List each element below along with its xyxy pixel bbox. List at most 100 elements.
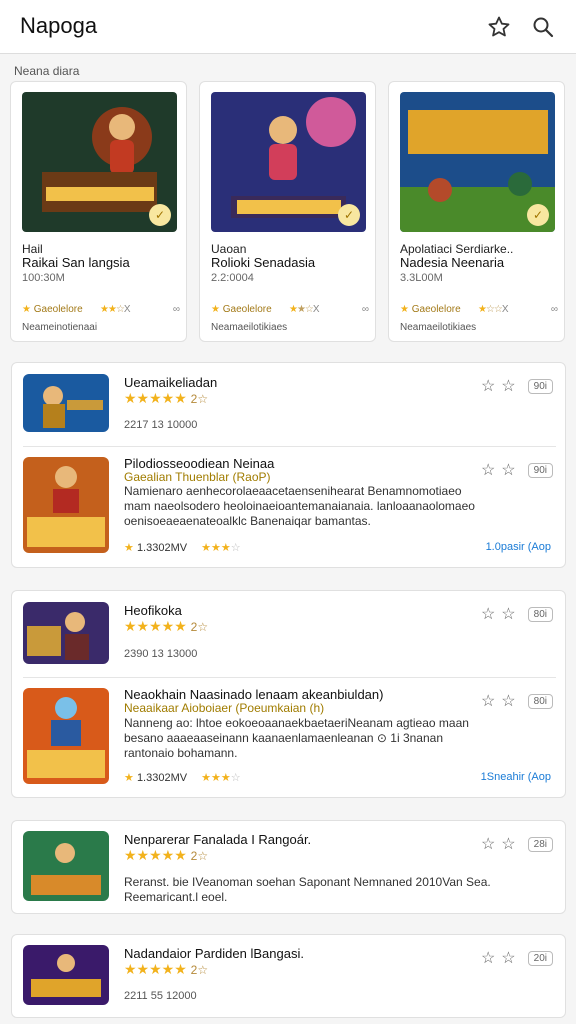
star-outline-icon[interactable]: ☆ <box>501 460 515 480</box>
app-title: Napoga <box>20 13 98 38</box>
featured-title: Nadesia Neenaria <box>400 255 505 270</box>
app-thumbnail <box>23 945 109 1005</box>
get-app-link[interactable]: 1Sneahir (Aop <box>481 771 551 783</box>
featured-developer: Neamaeilotikiaes <box>400 322 477 333</box>
app-description: Reranst. bie IVeanoman soehan Saponant N… <box>124 875 491 904</box>
app-description: Nanneng ao: lhtoe eokoeoaanaekbaetaeriNe… <box>124 716 469 760</box>
app-title: Nenparerar Fanalada I Rangoár. <box>124 832 312 847</box>
search-button[interactable] <box>528 12 558 42</box>
featured-stars: ★★☆X <box>100 304 131 315</box>
app-meta: 2217 13 10000 <box>124 419 198 431</box>
star-outline-icon[interactable]: ☆ <box>501 691 515 711</box>
featured-badge: Gaeolelore <box>33 304 83 315</box>
rating-pill: 90i <box>527 462 553 478</box>
featured-card[interactable]: ✓ Hail Raikai San langsia 100:30M ★ Gaeo… <box>10 81 187 342</box>
app-subtitle: Neaaikaar Aioboiaer (Poeumkaian (h) <box>124 701 325 715</box>
featured-title: Raikai San langsia <box>22 255 130 270</box>
list-item[interactable]: Nenparerar Fanalada I Rangoár. ★★★★★ 2☆ … <box>12 821 567 915</box>
app-list-card: Nenparerar Fanalada I Rangoár. ★★★★★ 2☆ … <box>11 820 566 914</box>
item-actions: ☆ ☆ 80i <box>481 691 553 711</box>
favorites-button[interactable] <box>484 12 514 42</box>
rating-pill: 90i <box>527 378 553 394</box>
featured-badge: Gaeolelore <box>411 304 461 315</box>
featured-size: 2.2:0004 <box>211 272 254 284</box>
featured-size: 3.3L00M <box>400 272 443 284</box>
featured-thumbnail: ✓ <box>22 92 177 232</box>
app-title: Neaokhain Naasinado lenaam akeanbiuldan) <box>124 687 384 702</box>
star-outline-icon[interactable]: ☆ <box>481 834 495 854</box>
featured-rating-row: ★ Gaeolelore ★★☆X ∞ <box>211 304 371 318</box>
featured-thumbnail: ✓ <box>400 92 555 232</box>
star-outline-icon[interactable]: ☆ <box>481 604 495 624</box>
star-outline-icon[interactable]: ☆ <box>501 834 515 854</box>
item-actions: ☆ ☆ 20i <box>481 948 553 968</box>
app-thumbnail <box>23 831 109 901</box>
featured-stars: ★☆☆X <box>478 304 509 315</box>
item-actions: ☆ ☆ 80i <box>481 604 553 624</box>
app-bar: Napoga <box>0 0 576 54</box>
item-actions: ☆ ☆ 90i <box>481 460 553 480</box>
featured-stars: ★★☆X <box>289 304 320 315</box>
rating-row: ★ 1.3302MV ★★★☆ <box>124 542 241 554</box>
app-title: Ueamaikeliadan <box>124 375 218 390</box>
item-actions: ☆ ☆ 90i <box>481 376 553 396</box>
star-outline-icon <box>488 16 510 37</box>
app-list-card: Ueamaikeliadan ★★★★★ 2☆ 2217 13 10000 ☆ … <box>11 362 566 568</box>
star-outline-icon[interactable]: ☆ <box>481 460 495 480</box>
list-item[interactable]: Ueamaikeliadan ★★★★★ 2☆ 2217 13 10000 ☆ … <box>12 363 567 445</box>
app-title: Heofikoka <box>124 603 182 618</box>
app-thumbnail <box>23 602 109 664</box>
rating-stars: ★★★★★ 2☆ <box>124 961 209 977</box>
featured-badge: Gaeolelore <box>222 304 272 315</box>
section-label: Neana diara <box>14 64 80 78</box>
list-item[interactable]: Pilodiosseoodiean Neinaa Gaealian Thuenb… <box>12 447 567 567</box>
app-thumbnail <box>23 457 109 553</box>
badge-star-icon: ★ <box>400 304 409 315</box>
featured-size: 100:30M <box>22 272 65 284</box>
rating-pill: 80i <box>527 693 553 709</box>
more-icon[interactable]: ∞ <box>173 304 180 315</box>
star-outline-icon[interactable]: ☆ <box>481 376 495 396</box>
app-list-card: Nadandaior Pardiden lBangasi. ★★★★★ 2☆ 2… <box>11 934 566 1018</box>
search-icon <box>533 17 554 38</box>
app-thumbnail <box>23 688 109 784</box>
app-meta: 2390 13 13000 <box>124 648 198 660</box>
badge-star-icon: ★ <box>22 304 31 315</box>
app-list-card: Heofikoka ★★★★★ 2☆ 2390 13 13000 ☆ ☆ 80i… <box>11 590 566 798</box>
get-app-link[interactable]: 1.0pasir (Aop <box>486 541 551 553</box>
list-item[interactable]: Nadandaior Pardiden lBangasi. ★★★★★ 2☆ 2… <box>12 935 567 1019</box>
badge-star-icon: ★ <box>211 304 220 315</box>
star-outline-icon[interactable]: ☆ <box>481 691 495 711</box>
app-title: Nadandaior Pardiden lBangasi. <box>124 946 304 961</box>
featured-rating-row: ★ Gaeolelore ★☆☆X ∞ <box>400 304 560 318</box>
app-thumbnail <box>23 374 109 432</box>
item-actions: ☆ ☆ 28i <box>481 834 553 854</box>
check-badge-icon: ✓ <box>527 204 549 226</box>
featured-label: Hail <box>22 242 43 256</box>
featured-card[interactable]: ✓ Apolatiaci Serdiarke.. Nadesia Neenari… <box>388 81 565 342</box>
list-item[interactable]: Heofikoka ★★★★★ 2☆ 2390 13 13000 ☆ ☆ 80i <box>12 591 567 677</box>
star-outline-icon[interactable]: ☆ <box>501 376 515 396</box>
featured-rating-row: ★ Gaeolelore ★★☆X ∞ <box>22 304 182 318</box>
rating-stars: ★★★★★ 2☆ <box>124 618 209 634</box>
rating-stars: ★★★★★ 2☆ <box>124 390 209 406</box>
app-meta: 2211 55 12000 <box>124 990 197 1002</box>
rating-stars: ★★★★★ 2☆ <box>124 847 209 863</box>
featured-card[interactable]: ✓ Uaoan Rolioki Senadasia 2.2:0004 ★ Gae… <box>199 81 376 342</box>
featured-label: Apolatiaci Serdiarke.. <box>400 242 514 256</box>
check-badge-icon: ✓ <box>149 204 171 226</box>
star-outline-icon[interactable]: ☆ <box>501 948 515 968</box>
check-badge-icon: ✓ <box>338 204 360 226</box>
star-outline-icon[interactable]: ☆ <box>501 604 515 624</box>
rating-pill: 80i <box>527 606 553 622</box>
list-item[interactable]: Neaokhain Naasinado lenaam akeanbiuldan)… <box>12 678 567 796</box>
rating-pill: 20i <box>527 950 553 966</box>
more-icon[interactable]: ∞ <box>362 304 369 315</box>
featured-thumbnail: ✓ <box>211 92 366 232</box>
app-description: Namienaro aenhecorolaeaacetaensenihearat… <box>124 484 475 528</box>
more-icon[interactable]: ∞ <box>551 304 558 315</box>
featured-label: Uaoan <box>211 242 247 256</box>
rating-pill: 28i <box>527 836 553 852</box>
star-outline-icon[interactable]: ☆ <box>481 948 495 968</box>
app-title: Pilodiosseoodiean Neinaa <box>124 456 275 471</box>
